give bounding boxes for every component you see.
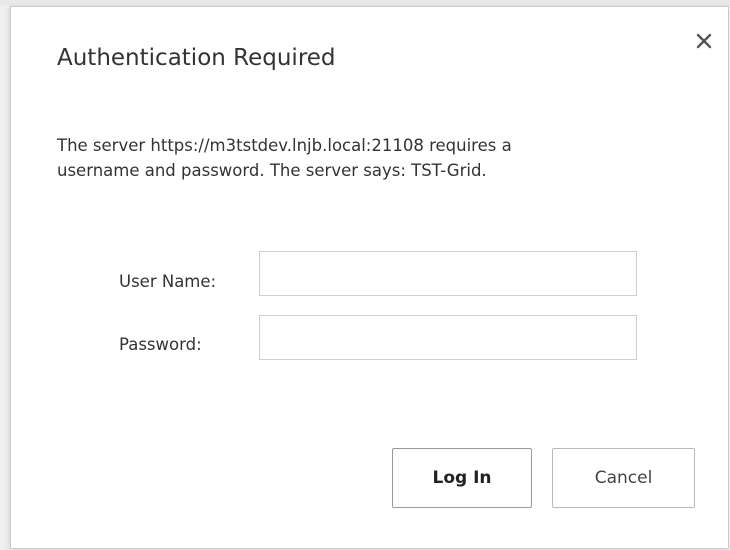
close-button[interactable]: [692, 29, 716, 53]
auth-message-line-2: username and password. The server says: …: [57, 161, 487, 180]
username-input[interactable]: [259, 251, 637, 296]
browser-edge-left: [0, 6, 10, 550]
auth-dialog: Authentication Required The server https…: [10, 6, 729, 549]
cancel-button[interactable]: Cancel: [552, 448, 695, 508]
password-input[interactable]: [259, 315, 637, 360]
auth-message: The server https://m3tstdev.lnjb.local:2…: [57, 133, 677, 183]
username-label: User Name:: [119, 272, 217, 291]
auth-message-line-1: The server https://m3tstdev.lnjb.local:2…: [57, 136, 512, 155]
close-icon: [692, 29, 716, 53]
dialog-title: Authentication Required: [57, 45, 336, 71]
password-label: Password:: [119, 335, 202, 354]
log-in-button[interactable]: Log In: [392, 448, 532, 508]
